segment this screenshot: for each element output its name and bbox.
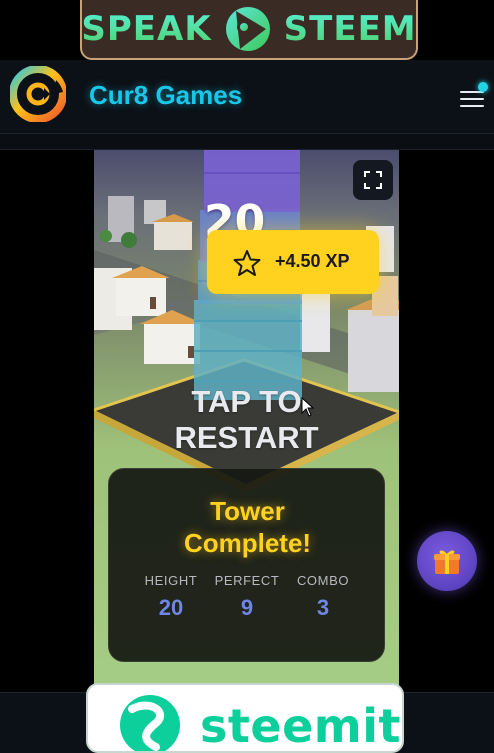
game-canvas[interactable]: 20 +4.50 XP TAP TO RESTART Tower Complet… <box>94 150 399 695</box>
steemit-logo-icon <box>120 695 180 751</box>
tower-complete-card: Tower Complete! HEIGHT 20 PERFECT 9 COMB… <box>108 468 385 662</box>
stat-value: 3 <box>316 595 330 620</box>
notification-dot <box>478 82 488 92</box>
hamburger-menu-icon[interactable] <box>458 82 490 112</box>
speak-steem-logo-icon <box>222 3 274 55</box>
cur8-logo-icon[interactable] <box>9 65 67 123</box>
restart-line-1: TAP TO <box>191 384 302 419</box>
xp-amount: +4.50 XP <box>275 251 350 271</box>
header-subbar <box>0 134 494 150</box>
fullscreen-icon[interactable] <box>353 160 393 200</box>
stat-label: COMBO <box>296 573 350 588</box>
gift-icon[interactable] <box>417 531 477 591</box>
restart-line-2: RESTART <box>174 420 319 455</box>
mouse-cursor-icon <box>301 396 315 417</box>
banner-left-word: SPEAK <box>81 9 212 49</box>
site-header: Cur8 Games <box>0 60 494 134</box>
result-title: Tower Complete! <box>183 496 312 558</box>
banner-right-word: STEEM <box>283 9 417 49</box>
site-title[interactable]: Cur8 Games <box>89 80 242 111</box>
speak-steem-banner[interactable]: SPEAK STEEM <box>80 0 418 60</box>
stat-combo: COMBO 3 <box>278 573 368 621</box>
star-icon <box>233 249 261 277</box>
steemit-banner[interactable]: steemit <box>86 683 404 753</box>
tap-to-restart-prompt[interactable]: TAP TO RESTART <box>94 384 399 456</box>
xp-reward-badge: +4.50 XP <box>207 230 379 294</box>
steemit-wordmark: steemit <box>200 699 401 753</box>
